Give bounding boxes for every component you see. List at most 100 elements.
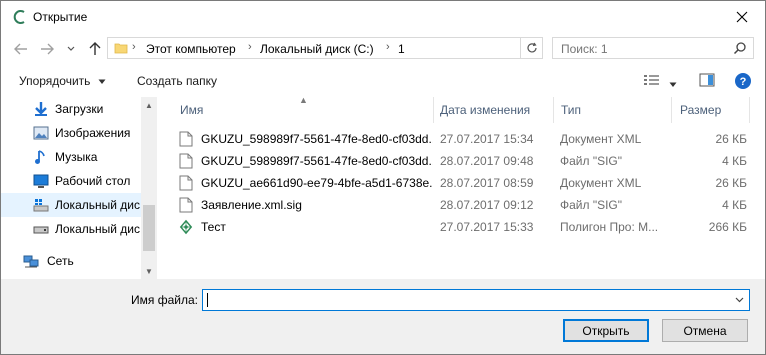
column-divider[interactable] bbox=[553, 97, 554, 123]
view-menu-button[interactable] bbox=[669, 77, 677, 91]
refresh-button[interactable] bbox=[521, 37, 543, 59]
column-header-name[interactable]: Имя bbox=[180, 103, 203, 117]
navigation-scrollbar[interactable]: ▲ ▼ bbox=[141, 97, 157, 279]
column-divider[interactable] bbox=[433, 97, 434, 123]
desktop-icon bbox=[33, 174, 49, 188]
file-type: Файл "SIG" bbox=[560, 198, 623, 212]
file-row[interactable]: GKUZU_ae661d90-ee79-4bfe-a5d1-6738e... 2… bbox=[177, 172, 761, 194]
nav-item-downloads[interactable]: Загрузки bbox=[1, 97, 141, 121]
filename-combobox[interactable] bbox=[202, 289, 750, 311]
back-button[interactable] bbox=[11, 39, 31, 59]
nav-item-local-disk-c[interactable]: Локальный дис bbox=[1, 193, 141, 217]
folder-icon bbox=[114, 43, 128, 54]
breadcrumb-local-disk[interactable]: Локальный диск (C:) bbox=[260, 42, 374, 56]
column-divider[interactable] bbox=[671, 97, 672, 123]
navigation-row: › Этот компьютер › Локальный диск (C:) ›… bbox=[1, 33, 765, 65]
file-date: 28.07.2017 09:48 bbox=[440, 154, 534, 168]
new-folder-button[interactable]: Создать папку bbox=[137, 74, 217, 88]
file-name: Тест bbox=[201, 220, 226, 234]
nav-item-local-disk[interactable]: Локальный дис bbox=[1, 217, 141, 241]
file-date: 27.07.2017 15:33 bbox=[440, 220, 534, 234]
chevron-down-icon bbox=[98, 79, 106, 84]
file-name: GKUZU_598989f7-5561-47fe-8ed0-cf03dd... bbox=[201, 154, 433, 168]
column-header-size[interactable]: Размер bbox=[680, 103, 721, 117]
text-caret bbox=[207, 293, 208, 307]
chevron-down-icon bbox=[669, 82, 677, 87]
column-header-type[interactable]: Тип bbox=[561, 103, 581, 117]
search-box[interactable] bbox=[552, 37, 754, 59]
file-date: 28.07.2017 08:59 bbox=[440, 176, 534, 190]
polygon-icon bbox=[179, 219, 193, 235]
breadcrumb-folder[interactable]: 1 bbox=[398, 42, 405, 56]
nav-item-desktop[interactable]: Рабочий стол bbox=[1, 169, 141, 193]
nav-item-network[interactable]: Сеть bbox=[1, 249, 141, 273]
nav-item-label: Музыка bbox=[55, 150, 98, 164]
recent-locations-button[interactable] bbox=[61, 39, 81, 59]
document-icon bbox=[179, 197, 193, 213]
filename-dropdown-button[interactable] bbox=[733, 294, 745, 306]
nav-item-label: Изображения bbox=[55, 126, 131, 140]
file-row[interactable]: GKUZU_598989f7-5561-47fe-8ed0-cf03dd... … bbox=[177, 128, 761, 150]
organize-button[interactable]: Упорядочить bbox=[19, 74, 106, 88]
window-title: Открытие bbox=[33, 10, 88, 24]
file-size: 26 КБ bbox=[715, 176, 747, 190]
refresh-icon bbox=[526, 42, 537, 53]
details-view-icon bbox=[644, 75, 659, 85]
nav-item-music[interactable]: Музыка bbox=[1, 145, 141, 169]
scrollbar-thumb[interactable] bbox=[143, 205, 155, 251]
pictures-icon bbox=[33, 126, 49, 140]
file-date: 28.07.2017 09:12 bbox=[440, 198, 534, 212]
file-row[interactable]: Заявление.xml.sig 28.07.2017 09:12 Файл … bbox=[177, 194, 761, 216]
nav-item-label: Загрузки bbox=[55, 102, 104, 116]
column-divider[interactable] bbox=[749, 97, 750, 123]
filename-label: Имя файла: bbox=[131, 293, 198, 307]
help-button[interactable]: ? bbox=[734, 72, 752, 93]
file-name: GKUZU_598989f7-5561-47fe-8ed0-cf03dd... bbox=[201, 132, 433, 146]
document-icon bbox=[179, 175, 193, 191]
view-options-button[interactable] bbox=[643, 73, 661, 90]
nav-item-label: Локальный дис bbox=[55, 222, 140, 236]
column-header-date[interactable]: Дата изменения bbox=[440, 103, 530, 117]
breadcrumb-separator: › bbox=[132, 41, 136, 53]
nav-item-label: Сеть bbox=[47, 254, 74, 268]
file-list: ▲ Имя Дата изменения Тип Размер GKUZU_59… bbox=[161, 95, 765, 279]
breadcrumb-separator: › bbox=[248, 41, 252, 53]
open-file-dialog: Открытие › Этот компьютер › Локальный ди… bbox=[0, 0, 766, 355]
app-logo-icon bbox=[13, 10, 25, 24]
file-type: Файл "SIG" bbox=[560, 154, 623, 168]
preview-pane-icon bbox=[699, 73, 715, 87]
file-name: Заявление.xml.sig bbox=[201, 198, 302, 212]
preview-pane-button[interactable] bbox=[699, 73, 715, 90]
drive-c-icon bbox=[33, 199, 49, 212]
address-bar[interactable]: › Этот компьютер › Локальный диск (C:) ›… bbox=[107, 37, 615, 59]
close-icon bbox=[736, 11, 748, 23]
file-date: 27.07.2017 15:34 bbox=[440, 132, 534, 146]
file-type: Документ XML bbox=[560, 176, 642, 190]
file-name: GKUZU_ae661d90-ee79-4bfe-a5d1-6738e... bbox=[201, 176, 433, 190]
arrow-up-icon bbox=[89, 42, 101, 55]
breadcrumb-separator: › bbox=[386, 41, 390, 53]
title-bar: Открытие bbox=[1, 1, 765, 33]
file-size: 4 КБ bbox=[722, 154, 747, 168]
nav-item-pictures[interactable]: Изображения bbox=[1, 121, 141, 145]
close-button[interactable] bbox=[719, 1, 765, 33]
search-input[interactable] bbox=[561, 42, 731, 56]
dialog-footer: Имя файла: Открыть Отмена bbox=[1, 279, 765, 354]
open-button[interactable]: Открыть bbox=[563, 319, 649, 342]
file-row[interactable]: GKUZU_598989f7-5561-47fe-8ed0-cf03dd... … bbox=[177, 150, 761, 172]
navigation-pane: Загрузки Изображения Музыка Рабочий стол… bbox=[1, 97, 157, 279]
network-icon bbox=[23, 255, 39, 268]
command-bar: Упорядочить Создать папку ? bbox=[1, 65, 765, 97]
document-icon bbox=[179, 131, 193, 147]
filename-input[interactable] bbox=[207, 292, 727, 308]
cancel-button[interactable]: Отмена bbox=[662, 319, 748, 342]
forward-button[interactable] bbox=[37, 39, 57, 59]
scroll-down-arrow[interactable]: ▼ bbox=[141, 263, 157, 279]
breadcrumb-this-pc[interactable]: Этот компьютер bbox=[146, 42, 236, 56]
file-row[interactable]: Тест 27.07.2017 15:33 Полигон Про: М... … bbox=[177, 216, 761, 238]
arrow-left-icon bbox=[14, 43, 27, 55]
downloads-icon bbox=[35, 102, 47, 116]
file-size: 26 КБ bbox=[715, 132, 747, 146]
scroll-up-arrow[interactable]: ▲ bbox=[141, 97, 157, 113]
up-button[interactable] bbox=[85, 39, 105, 59]
